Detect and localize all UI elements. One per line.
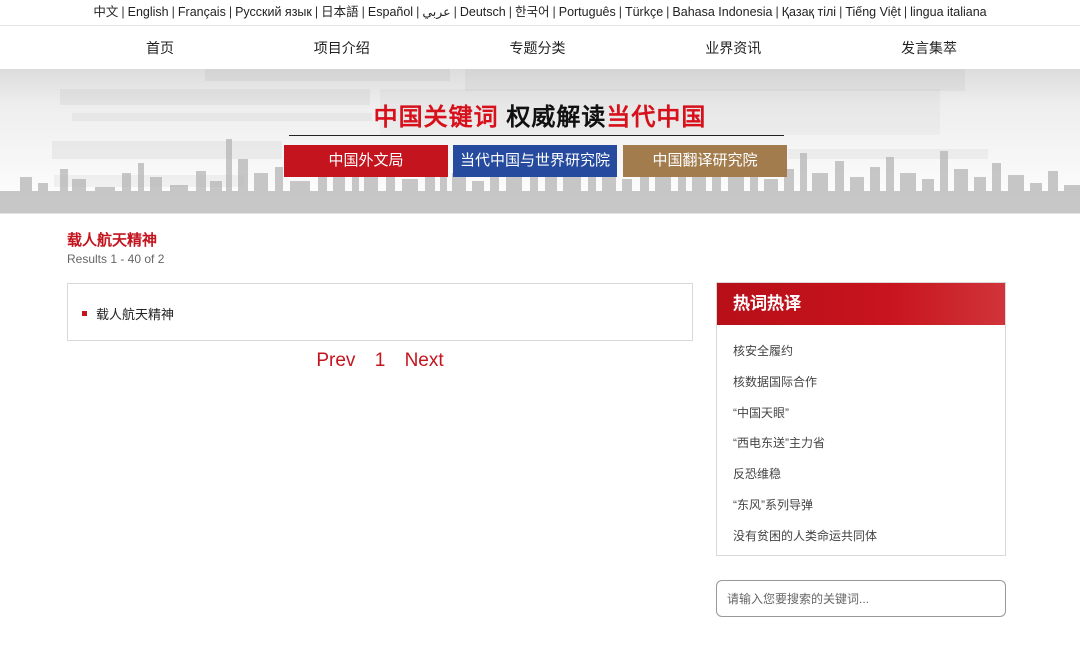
lang-separator: | (228, 5, 233, 19)
lang-separator: | (416, 5, 420, 19)
hot-word-link[interactable]: 核数据国际合作 (733, 367, 1005, 398)
headline-part-keywords: 中国关键词 (373, 104, 499, 131)
lang-link[interactable]: English (128, 5, 169, 19)
lang-link[interactable]: 中文 (93, 5, 118, 19)
lang-separator: | (775, 5, 779, 19)
bullet-icon (82, 311, 87, 316)
lang-separator: | (903, 5, 908, 19)
lang-separator: | (171, 5, 175, 19)
lang-link[interactable]: lingua italiana (910, 5, 986, 19)
lang-link[interactable]: Español (368, 5, 413, 19)
lang-separator: | (508, 5, 512, 19)
next-page-link[interactable]: Next (405, 350, 444, 371)
lang-separator: | (121, 5, 125, 19)
nav-item-home[interactable]: 首页 (146, 38, 174, 58)
org-button-academy[interactable]: 当代中国与世界研究院 (453, 145, 617, 177)
headline-part-interpretation: 权威解读 (506, 104, 607, 131)
lang-link[interactable]: Français (178, 5, 226, 19)
lang-link[interactable]: Deutsch (460, 5, 506, 19)
search-input[interactable] (716, 580, 1006, 617)
lang-link[interactable]: Türkçe (625, 5, 663, 19)
nav-item-news[interactable]: 业界资讯 (705, 38, 761, 58)
hot-word-link[interactable]: 没有贫困的人类命运共同体 (733, 521, 1005, 552)
hot-words-title: 热词热译 (717, 283, 1005, 325)
main-nav: 首页 项目介绍 专题分类 业界资讯 发言集萃 (0, 25, 1080, 69)
lang-separator: | (453, 5, 457, 19)
banner-headline: 中国关键词 权威解读当代中国 (0, 97, 1080, 132)
lang-separator: | (618, 5, 622, 19)
lang-link[interactable]: Bahasa Indonesia (672, 5, 772, 19)
hot-word-link[interactable]: 核安全履约 (733, 336, 1005, 367)
hot-word-link[interactable]: 反恐维稳 (733, 459, 1005, 490)
lang-separator: | (839, 5, 843, 19)
lang-link[interactable]: Tiếng Việt (845, 5, 901, 19)
org-button-cicg[interactable]: 中国外文局 (284, 145, 448, 177)
results-title: 载人航天精神 (67, 232, 158, 249)
nav-item-speeches[interactable]: 发言集萃 (901, 38, 957, 58)
headline-divider (289, 135, 784, 136)
hot-words-panel: 热词热译 核安全履约 核数据国际合作 “中国天眼” “西电东送”主力省 反恐维稳… (716, 282, 1006, 556)
hot-word-link[interactable]: “东风”系列导弹 (733, 490, 1005, 521)
hot-words-list: 核安全履约 核数据国际合作 “中国天眼” “西电东送”主力省 反恐维稳 “东风”… (717, 325, 1005, 552)
results-list: 载人航天精神 (67, 283, 693, 341)
nav-item-topics[interactable]: 专题分类 (510, 38, 566, 58)
list-item-label: 载人航天精神 (96, 307, 175, 322)
lang-link[interactable]: 日本語 (321, 5, 359, 19)
language-bar: 中文 | English | Français | Русский язык | 日本語 | Esp… (0, 0, 1080, 25)
list-item[interactable]: 载人航天精神 (82, 304, 174, 323)
results-count: Results 1 - 40 of 2 (67, 252, 165, 266)
nav-item-about[interactable]: 项目介绍 (314, 38, 370, 58)
lang-link[interactable]: 한국어 (515, 5, 550, 19)
lang-link[interactable]: Русский язык (235, 5, 312, 19)
header-banner: ​ ​ ​ ​ ​ ​ ​ (0, 69, 1080, 214)
prev-page-link[interactable]: Prev (316, 350, 355, 371)
pagination: Prev 1 Next (67, 350, 693, 372)
lang-separator: | (314, 5, 319, 19)
lang-link[interactable]: Português (559, 5, 616, 19)
page-number-link[interactable]: 1 (375, 350, 386, 371)
lang-separator: | (361, 5, 365, 19)
headline-part-china: 当代中国 (606, 104, 707, 131)
hot-word-link[interactable]: “中国天眼” (733, 398, 1005, 429)
lang-link[interactable]: Қазақ тілі (782, 5, 836, 19)
lang-separator: | (552, 5, 556, 19)
org-button-translation-academy[interactable]: 中国翻译研究院 (623, 145, 787, 177)
hot-word-link[interactable]: “西电东送”主力省 (733, 428, 1005, 459)
lang-link[interactable]: عربي (422, 5, 450, 19)
